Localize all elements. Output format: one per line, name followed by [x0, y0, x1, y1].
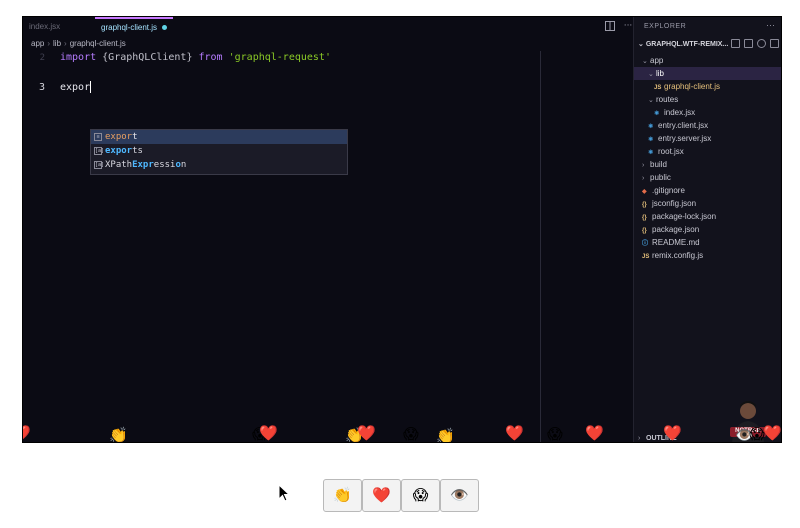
heart-reaction-icon: ❤️ [663, 424, 682, 442]
tree-item-remix-config-js[interactable]: JS remix.config.js [634, 249, 781, 262]
new-folder-icon[interactable] [744, 39, 753, 48]
reaction-bar: 👏 ❤️ 😱 👁️ [323, 479, 479, 512]
mouse-pointer-icon [278, 483, 291, 502]
clap-reaction-icon: 👏 [109, 426, 128, 443]
code-text: expor [60, 81, 92, 93]
explorer-title: EXPLORER [644, 23, 687, 30]
tree-item-build[interactable]: › build [634, 158, 781, 171]
tab-index-jsx[interactable]: index.jsx [23, 17, 66, 37]
js-file-icon: JS [642, 254, 650, 260]
code-text: import {GraphQLClient} from 'graphql-req… [60, 52, 331, 63]
new-file-icon[interactable] [731, 39, 740, 48]
ruler-line [540, 51, 541, 442]
tree-item-label: README.md [652, 238, 700, 247]
collapse-all-icon[interactable] [770, 39, 779, 48]
tree-item-package-json[interactable]: {} package.json [634, 223, 781, 236]
scream-icon: 😱 [412, 486, 429, 504]
tree-item-graphql-client-js[interactable]: JS graphql-client.js [634, 80, 781, 93]
tab-label: graphql-client.js [101, 23, 158, 32]
snippet-icon: [a] [94, 161, 105, 169]
suggestion-item[interactable]: ≡ export [91, 130, 347, 144]
heart-reaction-icon: ❤️ [259, 424, 278, 442]
tree-item-index-jsx[interactable]: ⚛ index.jsx [634, 106, 781, 119]
tree-item-label: package-lock.json [652, 212, 717, 221]
eye-reaction-button[interactable]: 👁️ [440, 479, 479, 512]
chevron-right-icon: › [64, 39, 67, 48]
explorer-panel: EXPLORER ··· ⌄ GRAPHQL.WTF-REMIX... ⌄ app… [633, 17, 781, 442]
tab-bar: index.jsx graphql-client.js ··· [23, 17, 633, 37]
eye-icon: 👁️ [450, 486, 469, 504]
more-actions-icon[interactable]: ··· [623, 21, 633, 31]
keyword-icon: ≡ [94, 133, 102, 141]
tree-item-root-jsx[interactable]: ⚛ root.jsx [634, 145, 781, 158]
tree-item-label: app [650, 56, 664, 65]
tree-item-label: .gitignore [652, 186, 685, 195]
snippet-icon: [a] [94, 147, 105, 155]
chevron-right-icon: › [47, 39, 51, 48]
heart-reaction-button[interactable]: ❤️ [362, 479, 401, 512]
tree-item-label: remix.config.js [652, 251, 704, 260]
tree-item-readme-md[interactable]: ⓘ README.md [634, 236, 781, 249]
scream-reaction-icon: 😱 [547, 425, 563, 443]
clap-reaction-icon: 👏 [436, 427, 455, 443]
tree-item--gitignore[interactable]: ◆ .gitignore [634, 184, 781, 197]
breadcrumb-item[interactable]: app [31, 39, 44, 48]
tree-item-entry-client-jsx[interactable]: ⚛ entry.client.jsx [634, 119, 781, 132]
tab-label: index.jsx [29, 22, 61, 31]
tree-item-entry-server-jsx[interactable]: ⚛ entry.server.jsx [634, 132, 781, 145]
clap-icon: 👏 [333, 486, 352, 504]
tree-item-routes[interactable]: ⌄ routes [634, 93, 781, 106]
editor-window: index.jsx graphql-client.js ··· app › lib ›… [22, 16, 782, 443]
code-line: 2 import {GraphQLClient} from 'graphql-r… [23, 51, 623, 65]
tree-item-label: root.jsx [658, 147, 684, 156]
breadcrumb-item[interactable]: graphql-client.js [70, 39, 126, 48]
clap-reaction-button[interactable]: 👏 [323, 479, 362, 512]
heart-reaction-icon: ❤️ [763, 424, 782, 442]
tree-item-label: graphql-client.js [664, 82, 721, 91]
tree-item-label: index.jsx [664, 108, 696, 117]
autocomplete-popup: ≡ export [a] exports [a] XPathExpression [90, 129, 348, 175]
heart-reaction-icon: ❤️ [357, 424, 376, 442]
line-number: 3 [38, 82, 45, 93]
heart-reaction-icon: ❤️ [585, 424, 604, 442]
more-actions-icon[interactable]: ··· [766, 20, 775, 30]
breadcrumb-item[interactable]: lib [53, 39, 61, 48]
tree-item-app[interactable]: ⌄ app [634, 54, 781, 67]
heart-reaction-icon: ❤️ [505, 424, 524, 442]
tree-item-label: entry.client.jsx [658, 121, 709, 130]
tree-item-label: entry.server.jsx [658, 134, 712, 143]
project-name: GRAPHQL.WTF-REMIX... [645, 41, 729, 48]
tree-item-label: public [650, 173, 671, 182]
tree-item-package-lock-json[interactable]: {} package-lock.json [634, 210, 781, 223]
modified-dot-icon [162, 25, 168, 31]
suggestion-item[interactable]: [a] exports [91, 144, 347, 158]
tree-item-label: lib [656, 69, 665, 78]
heart-reaction-icon: ❤️ [23, 424, 31, 442]
suggestion-item[interactable]: [a] XPathExpression [91, 158, 347, 172]
refresh-icon[interactable] [757, 39, 766, 48]
tree-item-public[interactable]: › public [634, 171, 781, 184]
tree-item-label: build [650, 160, 667, 169]
line-number: 2 [39, 53, 45, 63]
breadcrumb: app › lib › graphql-client.js [31, 39, 126, 48]
code-editor[interactable]: 2 import {GraphQLClient} from 'graphql-r… [23, 51, 633, 442]
scream-reaction-button[interactable]: 😱 [401, 479, 440, 512]
tree-item-label: routes [656, 95, 679, 104]
text-caret [90, 81, 92, 93]
tree-item-label: package.json [652, 225, 700, 234]
tab-graphql-client[interactable]: graphql-client.js [95, 17, 174, 37]
tree-item-label: jsconfig.json [652, 199, 697, 208]
scream-reaction-icon: 😱 [403, 425, 419, 443]
code-line: 3 expor [23, 81, 623, 95]
heart-icon: ❤️ [372, 486, 391, 504]
tree-item-lib[interactable]: ⌄ lib [634, 67, 781, 80]
tree-item-jsconfig-json[interactable]: {} jsconfig.json [634, 197, 781, 210]
split-editor-icon[interactable] [605, 21, 615, 31]
